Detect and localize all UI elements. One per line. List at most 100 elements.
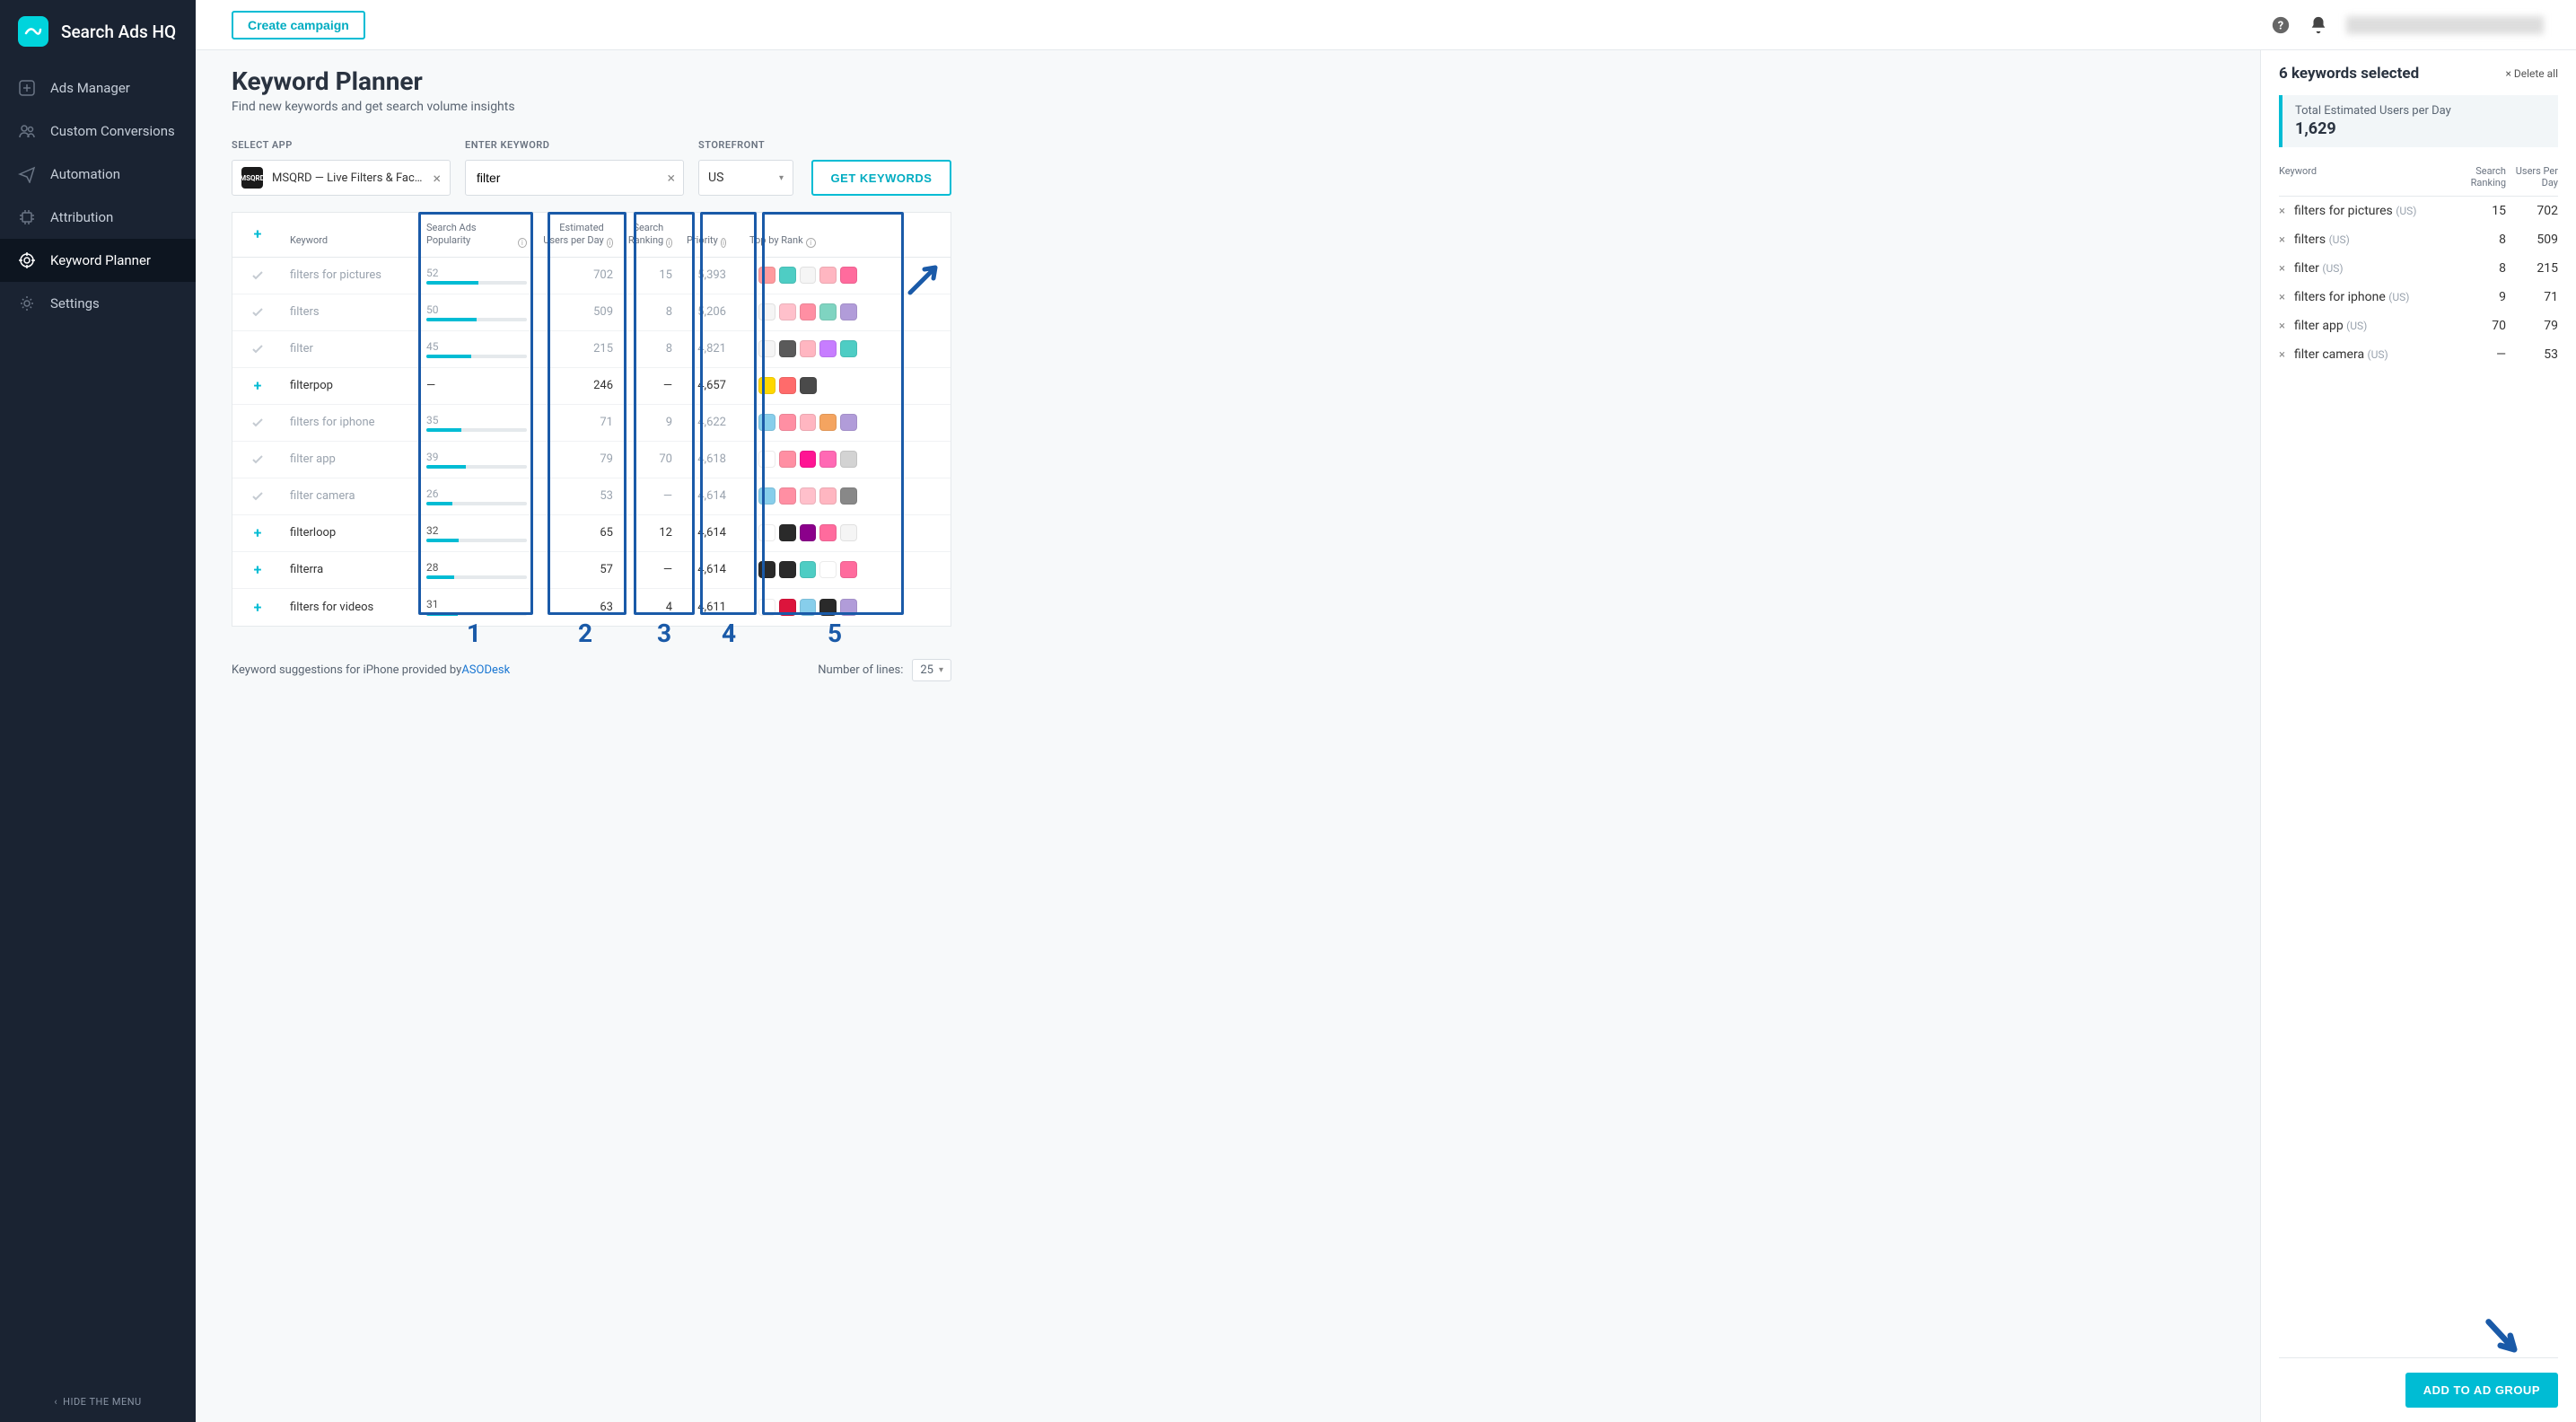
app-rank-icon[interactable] (800, 487, 817, 505)
app-rank-icon[interactable] (819, 267, 837, 284)
app-rank-icon[interactable] (758, 377, 775, 394)
app-rank-icon[interactable] (840, 303, 857, 320)
app-rank-icon[interactable] (819, 487, 837, 505)
remove-keyword-icon[interactable]: × (2279, 233, 2285, 247)
app-rank-icon[interactable] (758, 414, 775, 431)
selected-keyword: filters (US) (2294, 233, 2454, 247)
app-rank-icon[interactable] (779, 487, 796, 505)
th-priority[interactable]: Priorityi (679, 213, 733, 257)
nav-item-custom-conversions[interactable]: Custom Conversions (0, 110, 196, 153)
nav-item-ads-manager[interactable]: Ads Manager (0, 66, 196, 110)
plus-icon: + (254, 524, 262, 541)
plus-icon: + (254, 377, 262, 394)
app-rank-icon[interactable] (758, 561, 775, 578)
app-rank-icon[interactable] (819, 561, 837, 578)
app-rank-icon[interactable] (840, 524, 857, 541)
app-rank-icon[interactable] (840, 487, 857, 505)
create-campaign-button[interactable]: Create campaign (232, 11, 365, 40)
row-popularity: 39 (419, 451, 534, 469)
app-rank-icon[interactable] (819, 303, 837, 320)
row-selected-check[interactable] (232, 342, 283, 356)
bell-icon[interactable] (2309, 15, 2328, 35)
add-to-ad-group-button[interactable]: ADD TO AD GROUP (2405, 1373, 2558, 1408)
select-app-dropdown[interactable]: MSQRD MSQRD — Live Filters & Fac… × (232, 160, 451, 196)
hide-menu-button[interactable]: ‹ HIDE THE MENU (0, 1382, 196, 1422)
row-selected-check[interactable] (232, 452, 283, 467)
th-users[interactable]: Estimated Users per Dayi (534, 213, 620, 257)
row-selected-check[interactable] (232, 268, 283, 283)
app-rank-icon[interactable] (840, 451, 857, 468)
clear-keyword-icon[interactable]: × (667, 170, 675, 187)
app-rank-icon[interactable] (758, 451, 775, 468)
storefront-dropdown[interactable]: US ▾ (698, 160, 793, 196)
panel-th-keyword: Keyword (2279, 165, 2454, 189)
nav-item-automation[interactable]: Automation (0, 153, 196, 196)
row-add-button[interactable]: + (232, 377, 283, 394)
clear-app-icon[interactable]: × (433, 170, 441, 187)
app-rank-icon[interactable] (800, 377, 817, 394)
remove-keyword-icon[interactable]: × (2279, 205, 2285, 218)
th-top-by-rank[interactable]: Top by Ranki (733, 213, 864, 257)
app-rank-icon[interactable] (758, 599, 775, 616)
row-priority: 5,393 (679, 268, 733, 282)
app-rank-icon[interactable] (800, 599, 817, 616)
row-selected-check[interactable] (232, 489, 283, 504)
app-rank-icon[interactable] (800, 561, 817, 578)
row-selected-check[interactable] (232, 416, 283, 430)
app-rank-icon[interactable] (800, 414, 817, 431)
app-rank-icon[interactable] (800, 267, 817, 284)
app-rank-icon[interactable] (840, 267, 857, 284)
remove-keyword-icon[interactable]: × (2279, 262, 2285, 276)
app-rank-icon[interactable] (779, 414, 796, 431)
app-rank-icon[interactable] (840, 599, 857, 616)
app-rank-icon[interactable] (819, 451, 837, 468)
app-rank-icon[interactable] (779, 451, 796, 468)
th-ranking[interactable]: Search Rankingi (620, 213, 679, 257)
app-rank-icon[interactable] (779, 524, 796, 541)
row-add-button[interactable]: + (232, 561, 283, 578)
nav-item-keyword-planner[interactable]: Keyword Planner (0, 239, 196, 282)
app-rank-icon[interactable] (758, 340, 775, 357)
app-rank-icon[interactable] (779, 377, 796, 394)
app-rank-icon[interactable] (819, 414, 837, 431)
app-rank-icon[interactable] (758, 267, 775, 284)
add-column-header[interactable]: + (232, 213, 283, 257)
th-popularity[interactable]: Search Ads Popularityi (419, 213, 534, 257)
app-rank-icon[interactable] (800, 451, 817, 468)
app-rank-icon[interactable] (758, 303, 775, 320)
lines-select[interactable]: 25 ▾ (912, 659, 951, 681)
app-rank-icon[interactable] (840, 340, 857, 357)
app-rank-icon[interactable] (819, 340, 837, 357)
app-rank-icon[interactable] (779, 340, 796, 357)
asodesk-link[interactable]: ASODesk (461, 663, 510, 677)
row-add-button[interactable]: + (232, 524, 283, 541)
th-keyword[interactable]: Keyword (283, 213, 419, 257)
row-top-icons (733, 303, 864, 320)
app-rank-icon[interactable] (800, 340, 817, 357)
app-rank-icon[interactable] (819, 524, 837, 541)
app-rank-icon[interactable] (779, 267, 796, 284)
keyword-input[interactable] (465, 160, 684, 196)
remove-keyword-icon[interactable]: × (2279, 320, 2285, 333)
app-rank-icon[interactable] (840, 414, 857, 431)
row-keyword: filters for videos (283, 601, 419, 614)
get-keywords-button[interactable]: GET KEYWORDS (811, 160, 951, 196)
app-rank-icon[interactable] (800, 303, 817, 320)
help-icon[interactable]: ? (2271, 15, 2291, 35)
app-rank-icon[interactable] (779, 561, 796, 578)
app-rank-icon[interactable] (758, 487, 775, 505)
delete-all-button[interactable]: × Delete all (2505, 67, 2558, 80)
app-rank-icon[interactable] (779, 303, 796, 320)
app-rank-icon[interactable] (758, 524, 775, 541)
nav-item-settings[interactable]: Settings (0, 282, 196, 325)
nav-item-attribution[interactable]: Attribution (0, 196, 196, 239)
app-rank-icon[interactable] (800, 524, 817, 541)
app-rank-icon[interactable] (779, 599, 796, 616)
topbar: Create campaign ? (196, 0, 2576, 50)
remove-keyword-icon[interactable]: × (2279, 348, 2285, 362)
row-selected-check[interactable] (232, 305, 283, 320)
app-rank-icon[interactable] (840, 561, 857, 578)
app-rank-icon[interactable] (819, 599, 837, 616)
remove-keyword-icon[interactable]: × (2279, 291, 2285, 304)
row-add-button[interactable]: + (232, 599, 283, 616)
